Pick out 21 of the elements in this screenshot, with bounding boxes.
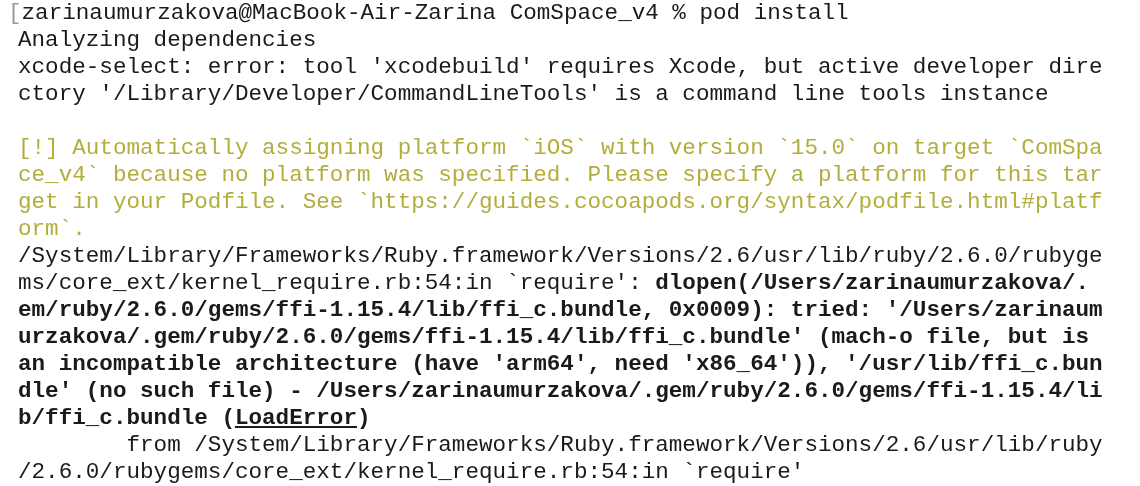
- terminal-text: b/ffi_c.bundle (: [18, 405, 235, 431]
- terminal-text: [!] Automatically assigning platform `iOS` with version `15.0` on target `ComSpa: [18, 135, 1103, 161]
- terminal-text: Analyzing dependencies: [18, 27, 317, 53]
- terminal-text: get in your Podfile. See `https://guides.cocoapods.org/syntax/podfile.html#platf: [18, 189, 1103, 215]
- terminal-text: LoadError: [234, 405, 357, 431]
- terminal-text: orm`.: [18, 216, 86, 242]
- terminal-text: dle' (no such file) - /Users/zarinaumurzakova/.gem/ruby/2.6.0/gems/ffi-1.15.4/li: [18, 378, 1103, 404]
- terminal-text: ): [356, 405, 371, 431]
- terminal-text: xcode-select: error: tool 'xcodebuild' requires Xcode, but active developer dire: [18, 54, 1103, 80]
- terminal-text: /2.6.0/rubygems/core_ext/kernel_require.rb:54:in `require': [18, 459, 805, 485]
- terminal-text: from /System/Library/Frameworks/Ruby.framework/Versions/2.6/usr/lib/ruby: [125, 432, 1103, 458]
- terminal-text: /System/Library/Frameworks/Ruby.framework/Versions/2.6/usr/lib/ruby/2.6.0/rubyge: [18, 243, 1103, 269]
- terminal-text: em/ruby/2.6.0/gems/ffi-1.15.4/lib/ffi_c.bundle, 0x0009): tried: '/Users/zarinaum: [18, 297, 1103, 323]
- mark-bracket: [: [8, 0, 22, 26]
- terminal-text: zarinaumurzakova@MacBook-Air-Zarina ComSpace_v4 % pod install: [21, 0, 849, 26]
- terminal-text: ce_v4` because no platform was specified. Please specify a platform for this tar: [18, 162, 1103, 188]
- terminal-text: ctory '/Library/Developer/CommandLineTools' is a command line tools instance: [18, 81, 1049, 107]
- terminal-text: dlopen(/Users/zarinaumurzakova/.: [655, 270, 1090, 296]
- terminal-text: ms/core_ext/kernel_require.rb:54:in `require':: [18, 270, 643, 296]
- terminal-text: an incompatible architecture (have 'arm64', need 'x86_64')), '/usr/lib/ffi_c.bun: [18, 351, 1103, 377]
- terminal-text: urzakova/.gem/ruby/2.6.0/gems/ffi-1.15.4/lib/ffi_c.bundle' (mach-o file, but is: [18, 324, 1090, 350]
